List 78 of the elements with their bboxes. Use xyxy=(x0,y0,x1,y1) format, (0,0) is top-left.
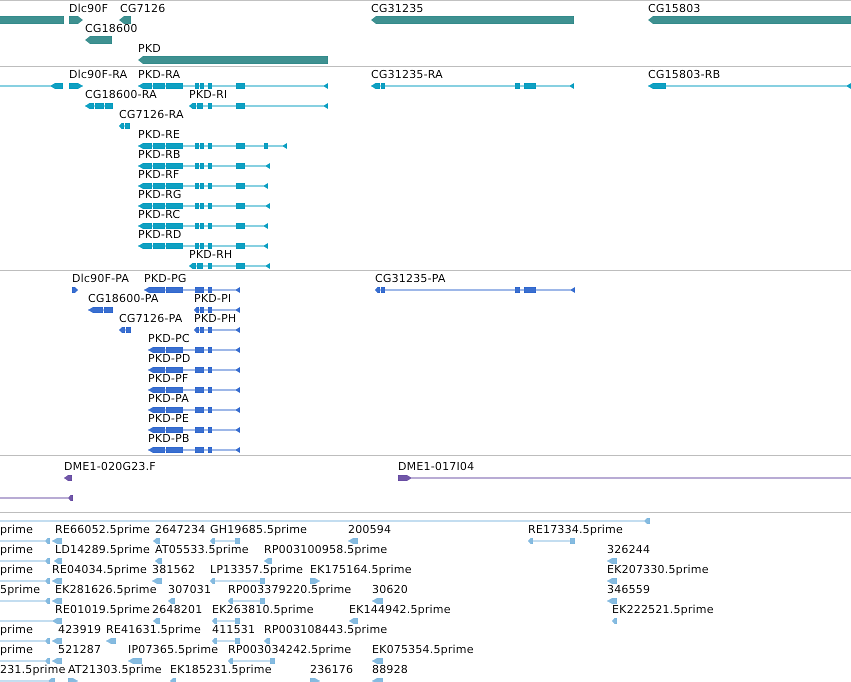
feature-label: CG31235 xyxy=(371,2,424,16)
feature-label: 307031 xyxy=(168,583,212,597)
feature-label: GH19685.5prime xyxy=(210,523,308,537)
feature-label: CG7126 xyxy=(120,2,166,16)
feature-label: EK207330.5prime xyxy=(607,563,709,577)
feature-label: prime xyxy=(0,543,34,557)
feature-label: 411531 xyxy=(212,623,256,637)
feature-label: EK144942.5prime xyxy=(349,603,451,617)
feature-label: EK263810.5prime xyxy=(212,603,314,617)
feature-label: EK281626.5prime xyxy=(55,583,157,597)
feature-label: 200594 xyxy=(348,523,392,537)
feature-label: 30620 xyxy=(372,583,408,597)
feature-label: RP003379220.5prime xyxy=(228,583,352,597)
feature-label: prime xyxy=(0,563,34,577)
feature-label: CG31235-RA xyxy=(371,68,443,82)
feature-label: CG18600-RA xyxy=(85,88,157,102)
feature-label: 326244 xyxy=(607,543,650,557)
feature-label: RE01019.5prime xyxy=(55,603,150,617)
feature-label: EK185231.5prime xyxy=(170,663,272,677)
feature-label: PKD xyxy=(138,42,161,56)
feature-label: DME1-020G23.F xyxy=(64,460,156,474)
feature-label: prime xyxy=(0,643,34,657)
feature-label: LP13357.5prime xyxy=(210,563,304,577)
feature-label: EK075354.5prime xyxy=(372,643,474,657)
feature-label: Dlc90F xyxy=(69,2,108,16)
feature-label: PKD-RC xyxy=(138,208,180,222)
feature-label: PKD-PF xyxy=(148,372,188,386)
feature-label: CG7126-PA xyxy=(119,312,182,326)
feature-label: DME1-017I04 xyxy=(398,460,474,474)
feature-label: CG31235-PA xyxy=(375,272,446,286)
feature-label: PKD-RE xyxy=(138,128,180,142)
feature-label: AT05533.5prime xyxy=(155,543,249,557)
feature-label: PKD-PI xyxy=(194,292,232,306)
feature-label: CG15803-RB xyxy=(648,68,720,82)
feature-label: 231.5prime xyxy=(0,663,66,677)
feature-label: prime xyxy=(0,523,34,537)
feature-label: 2647234 xyxy=(155,523,206,537)
feature-label: Dlc90F-PA xyxy=(72,272,130,286)
feature-label: RP003034242.5prime xyxy=(228,643,352,657)
feature-label: PKD-RG xyxy=(138,188,182,202)
feature-label: PKD-RD xyxy=(138,228,182,242)
feature-label: prime xyxy=(0,623,34,637)
feature-label: RE41631.5prime xyxy=(106,623,201,637)
feature-label: CG18600-PA xyxy=(88,292,159,306)
feature-label: PKD-PD xyxy=(148,352,191,366)
feature-label: PKD-PB xyxy=(148,432,190,446)
feature-label: 88928 xyxy=(372,663,408,677)
feature-label: CG7126-RA xyxy=(119,108,184,122)
feature-label: PKD-PG xyxy=(144,272,187,286)
feature-label: 346559 xyxy=(607,583,650,597)
feature-label: PKD-RA xyxy=(138,68,180,82)
feature-label: EK222521.5prime xyxy=(612,603,714,617)
feature-label: PKD-PA xyxy=(148,392,189,406)
feature-label: PKD-RI xyxy=(189,88,228,102)
feature-label: RE66052.5prime xyxy=(55,523,150,537)
feature-label: PKD-PC xyxy=(148,332,190,346)
feature-label: 236176 xyxy=(310,663,354,677)
feature-label: Dlc90F-RA xyxy=(69,68,128,82)
feature-label: RP003108443.5prime xyxy=(264,623,388,637)
feature-label: 423919 xyxy=(58,623,102,637)
feature-label: PKD-RF xyxy=(138,168,180,182)
feature-label: 381562 xyxy=(152,563,196,577)
feature-label: RP003100958.5prime xyxy=(264,543,388,557)
feature-label: PKD-RH xyxy=(189,248,232,262)
feature-label: PKD-PE xyxy=(148,412,190,426)
feature-label: PKD-PH xyxy=(194,312,236,326)
feature-label: EK175164.5prime xyxy=(310,563,412,577)
feature-label: LD14289.5prime xyxy=(55,543,150,557)
feature-label: 5prime xyxy=(0,583,40,597)
feature-label: RE04034.5prime xyxy=(52,563,147,577)
feature-label: IP07365.5prime xyxy=(128,643,218,657)
feature-label: 521287 xyxy=(58,643,102,657)
feature-label: AT21303.5prime xyxy=(68,663,162,677)
feature-label: 2648201 xyxy=(152,603,202,617)
feature-label: CG18600 xyxy=(85,22,138,36)
feature-label: RE17334.5prime xyxy=(528,523,623,537)
feature-label: CG15803 xyxy=(648,2,701,16)
feature-label: PKD-RB xyxy=(138,148,181,162)
